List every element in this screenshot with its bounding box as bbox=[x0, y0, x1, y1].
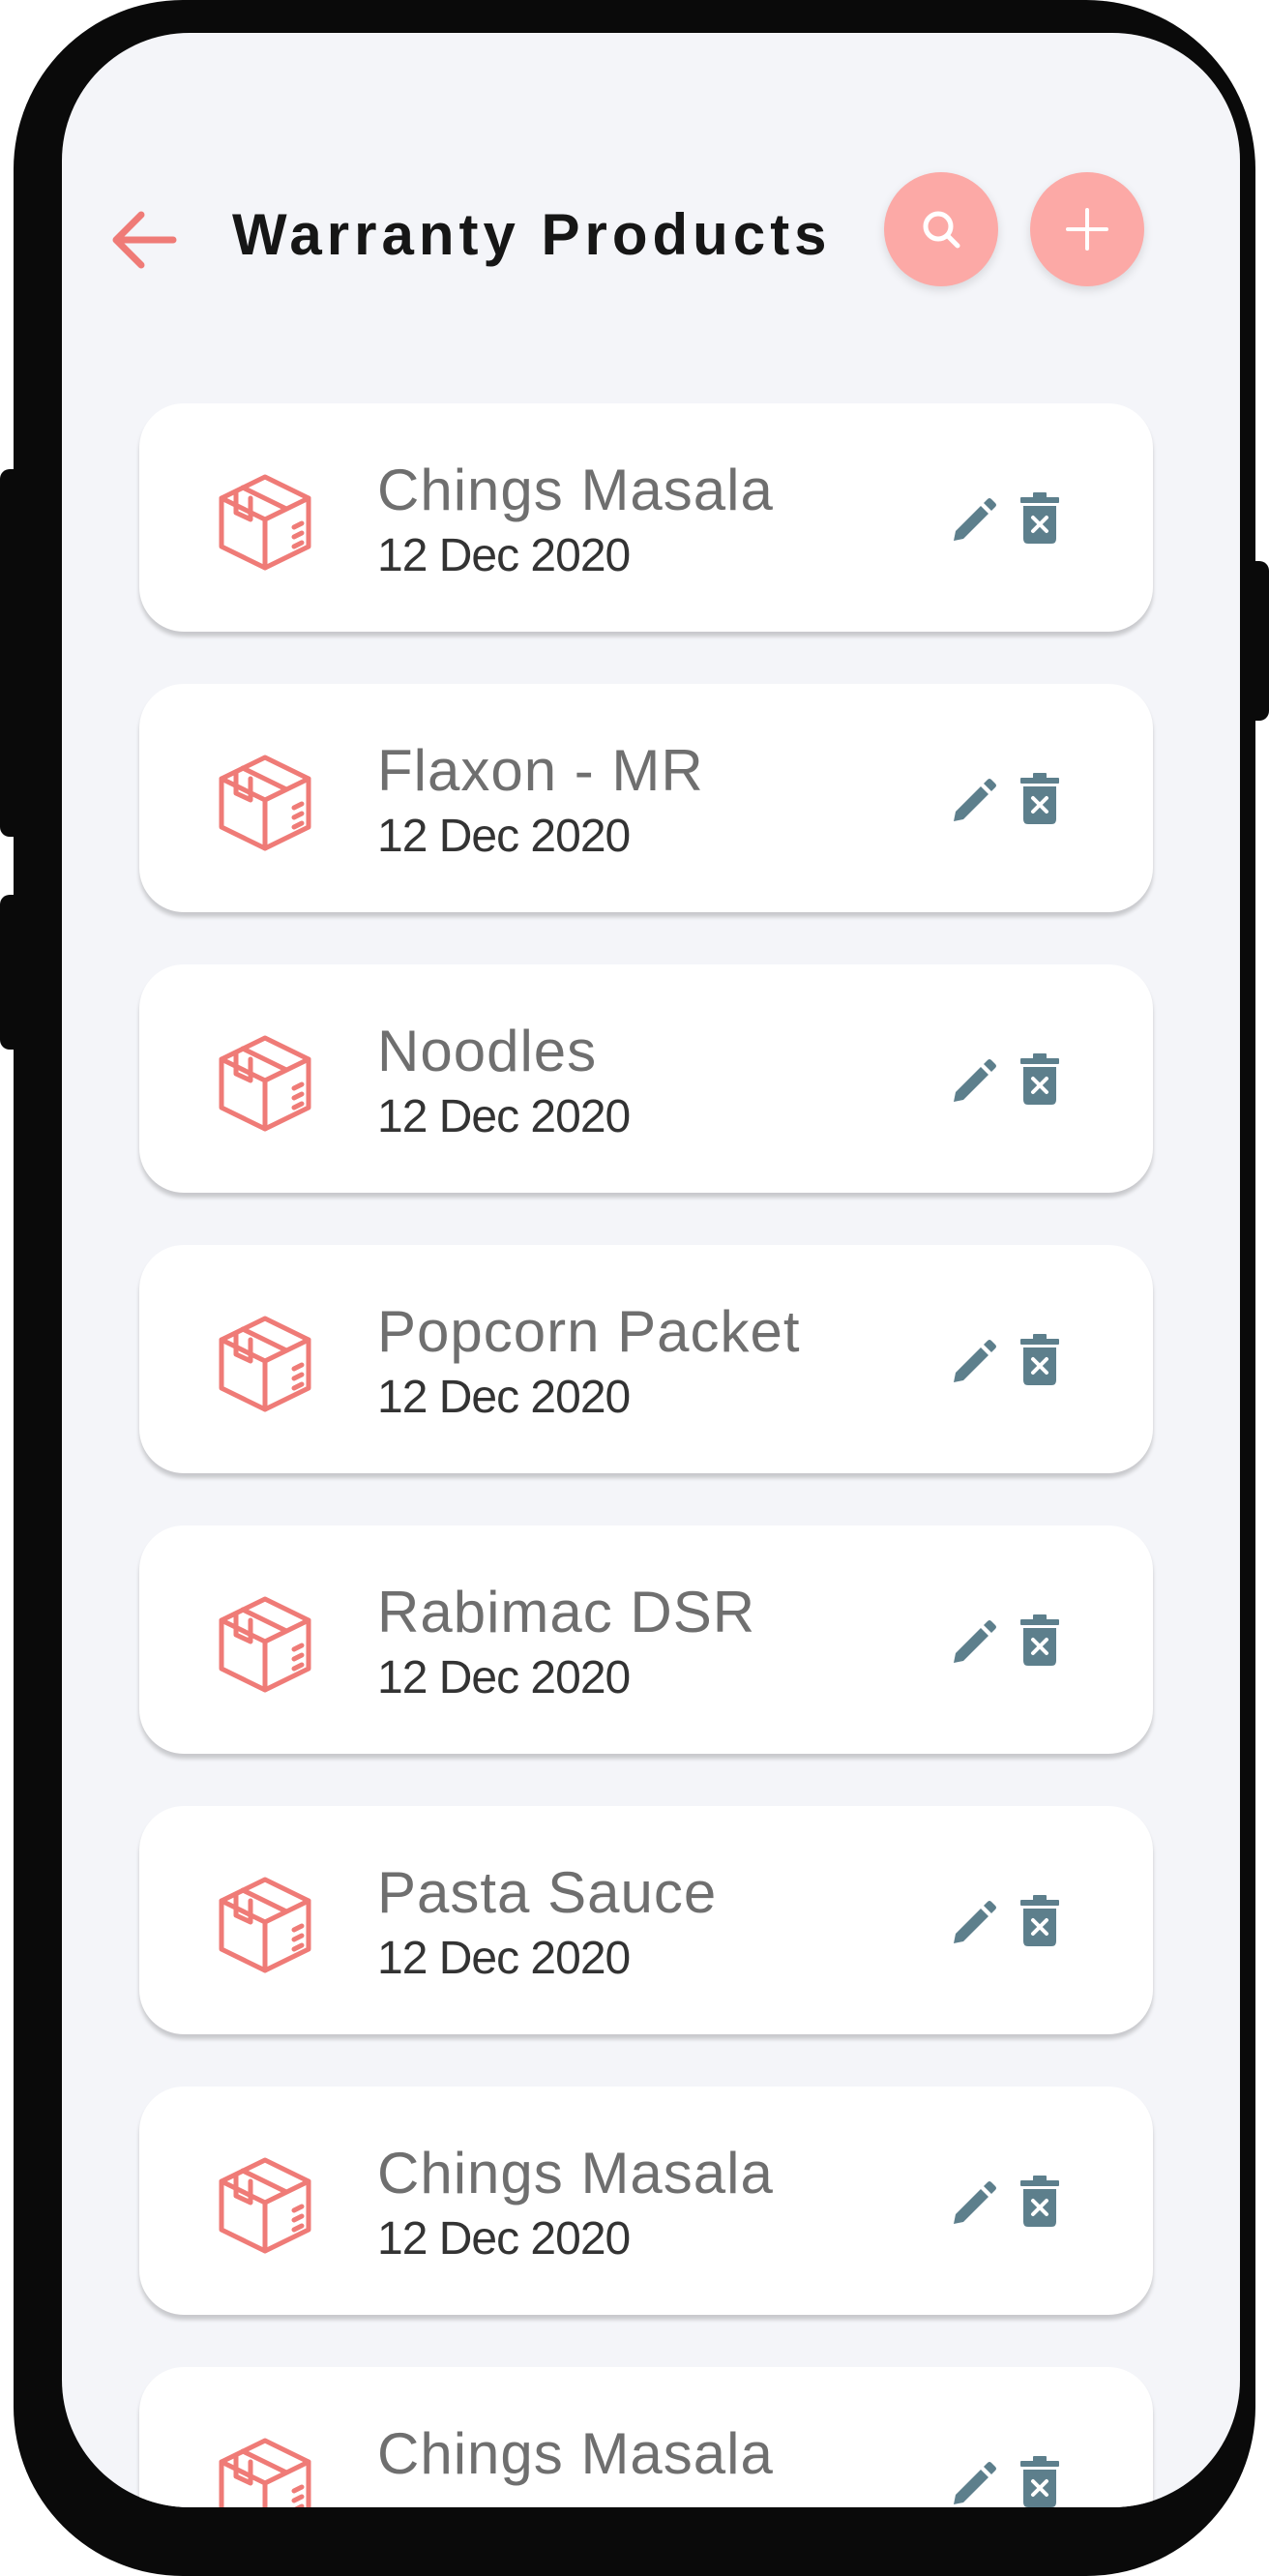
box-icon bbox=[219, 2438, 311, 2507]
search-icon bbox=[923, 211, 960, 249]
trash-icon[interactable] bbox=[1019, 1895, 1060, 1947]
product-name: Flaxon - MR bbox=[377, 738, 704, 803]
pencil-icon[interactable] bbox=[950, 777, 998, 825]
product-date: 12 Dec 2020 bbox=[377, 1652, 631, 1703]
trash-icon[interactable] bbox=[1019, 2456, 1060, 2507]
product-name: Chings Masala bbox=[377, 458, 774, 522]
app-header: Warranty Products bbox=[62, 33, 1240, 352]
plus-icon bbox=[1066, 208, 1108, 251]
product-card-3[interactable]: Noodles 12 Dec 2020 bbox=[139, 964, 1153, 1193]
product-card-4[interactable]: Popcorn Packet 12 Dec 2020 bbox=[139, 1245, 1153, 1473]
product-card-6[interactable]: Pasta Sauce 12 Dec 2020 bbox=[139, 1806, 1153, 2034]
box-icon bbox=[219, 474, 311, 571]
arrow-left-icon bbox=[112, 211, 177, 269]
page-title: Warranty Products bbox=[232, 202, 832, 267]
power-button bbox=[1242, 561, 1269, 721]
pencil-icon[interactable] bbox=[950, 1618, 998, 1667]
trash-icon[interactable] bbox=[1019, 1334, 1060, 1386]
product-card-2[interactable]: Flaxon - MR 12 Dec 2020 bbox=[139, 684, 1153, 912]
trash-icon[interactable] bbox=[1019, 1053, 1060, 1106]
product-name: Chings Masala bbox=[377, 2421, 774, 2486]
app-screen: Warranty Products Chings Masala 12 Dec 2… bbox=[62, 33, 1240, 2507]
back-button[interactable] bbox=[95, 192, 192, 288]
box-icon bbox=[219, 2157, 311, 2254]
trash-icon[interactable] bbox=[1019, 1614, 1060, 1667]
product-date: 12 Dec 2020 bbox=[377, 2213, 631, 2265]
trash-icon[interactable] bbox=[1019, 773, 1060, 825]
volume-down-button bbox=[0, 895, 23, 1050]
product-date: 12 Dec 2020 bbox=[377, 811, 631, 862]
pencil-icon[interactable] bbox=[950, 2179, 998, 2228]
search-button[interactable] bbox=[884, 172, 998, 286]
volume-up-button bbox=[0, 469, 23, 837]
box-icon bbox=[219, 1035, 311, 1132]
product-date: 12 Dec 2020 bbox=[377, 530, 631, 581]
box-icon bbox=[219, 1316, 311, 1412]
pencil-icon[interactable] bbox=[950, 2460, 998, 2507]
product-name: Popcorn Packet bbox=[377, 1299, 801, 1364]
pencil-icon[interactable] bbox=[950, 496, 998, 545]
phone-frame: Warranty Products Chings Masala 12 Dec 2… bbox=[0, 0, 1269, 2576]
product-name: Rabimac DSR bbox=[377, 1580, 756, 1644]
box-icon bbox=[219, 1596, 311, 1693]
add-button[interactable] bbox=[1030, 172, 1144, 286]
box-icon bbox=[219, 755, 311, 851]
trash-icon[interactable] bbox=[1019, 2176, 1060, 2228]
product-card-5[interactable]: Rabimac DSR 12 Dec 2020 bbox=[139, 1525, 1153, 1754]
product-card-7[interactable]: Chings Masala 12 Dec 2020 bbox=[139, 2087, 1153, 2315]
product-name: Pasta Sauce bbox=[377, 1860, 718, 1925]
pencil-icon[interactable] bbox=[950, 1057, 998, 1106]
product-date: 12 Dec 2020 bbox=[377, 1091, 631, 1142]
pencil-icon[interactable] bbox=[950, 1338, 998, 1386]
product-date: 12 Dec 2020 bbox=[377, 1933, 631, 1984]
box-icon bbox=[219, 1877, 311, 1973]
pencil-icon[interactable] bbox=[950, 1899, 998, 1947]
product-card-8[interactable]: Chings Masala bbox=[139, 2367, 1153, 2507]
trash-icon[interactable] bbox=[1019, 492, 1060, 545]
product-date: 12 Dec 2020 bbox=[377, 1372, 631, 1423]
product-name: Noodles bbox=[377, 1019, 598, 1083]
product-name: Chings Masala bbox=[377, 2141, 774, 2206]
product-card-1[interactable]: Chings Masala 12 Dec 2020 bbox=[139, 403, 1153, 632]
